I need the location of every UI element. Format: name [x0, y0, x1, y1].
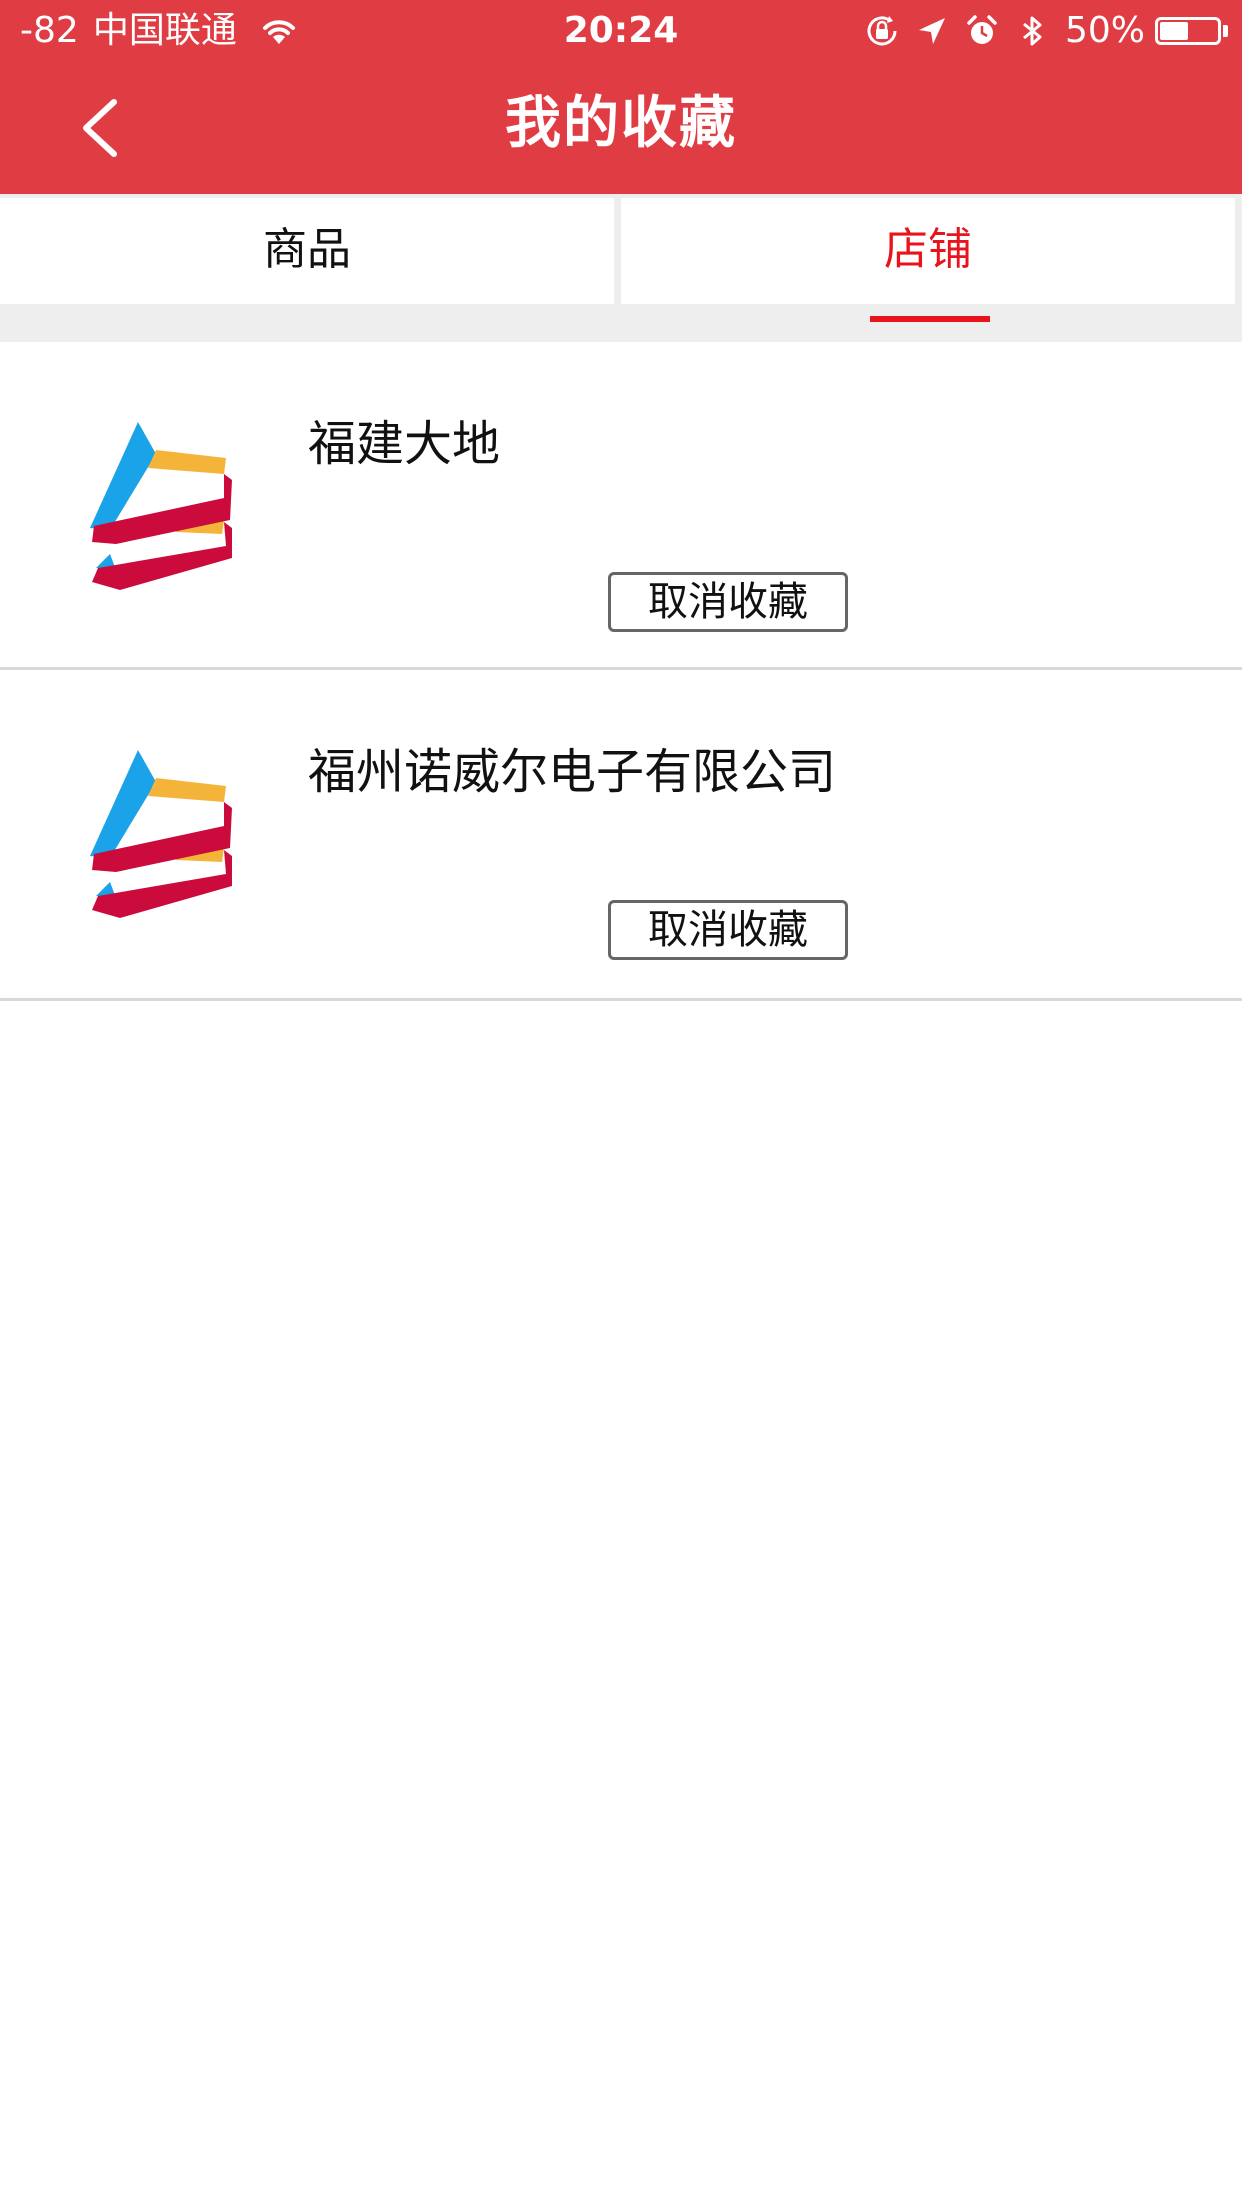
shop-name: 福建大地: [308, 416, 501, 472]
battery-tip: [1223, 25, 1228, 37]
orientation-lock-icon: [867, 16, 897, 46]
bluetooth-icon: [1023, 16, 1042, 46]
battery-icon: [1155, 17, 1221, 45]
unfavorite-button[interactable]: 取消收藏: [608, 572, 848, 632]
list-item[interactable]: 福州诺威尔电子有限公司 取消收藏: [0, 670, 1242, 1001]
battery-fill: [1160, 22, 1188, 40]
unfavorite-button[interactable]: 取消收藏: [608, 900, 848, 960]
location-arrow-icon: [918, 18, 945, 44]
app-header: -82 中国联通 20:24 50% 我的收藏: [0, 0, 1242, 194]
active-tab-indicator: [870, 316, 990, 322]
status-right: 50%: [849, 0, 1228, 62]
shop-logo: [90, 422, 232, 590]
shop-logo: [90, 750, 232, 918]
status-bar: -82 中国联通 20:24 50%: [0, 0, 1242, 62]
tab-bar: 商品 店铺: [0, 194, 1242, 342]
tab-goods[interactable]: 商品: [0, 198, 614, 304]
list-item[interactable]: 福建大地 取消收藏: [0, 342, 1242, 670]
shop-name: 福州诺威尔电子有限公司: [308, 744, 837, 800]
page-title: 我的收藏: [505, 91, 737, 156]
alarm-icon: [967, 15, 997, 44]
tab-shops[interactable]: 店铺: [621, 198, 1235, 304]
shop-list: 福建大地 取消收藏 福州诺威尔电子有限公司 取消收藏: [0, 342, 1242, 1001]
nav-bar: 我的收藏: [0, 62, 1242, 194]
battery-percentage: 50%: [1064, 10, 1145, 51]
